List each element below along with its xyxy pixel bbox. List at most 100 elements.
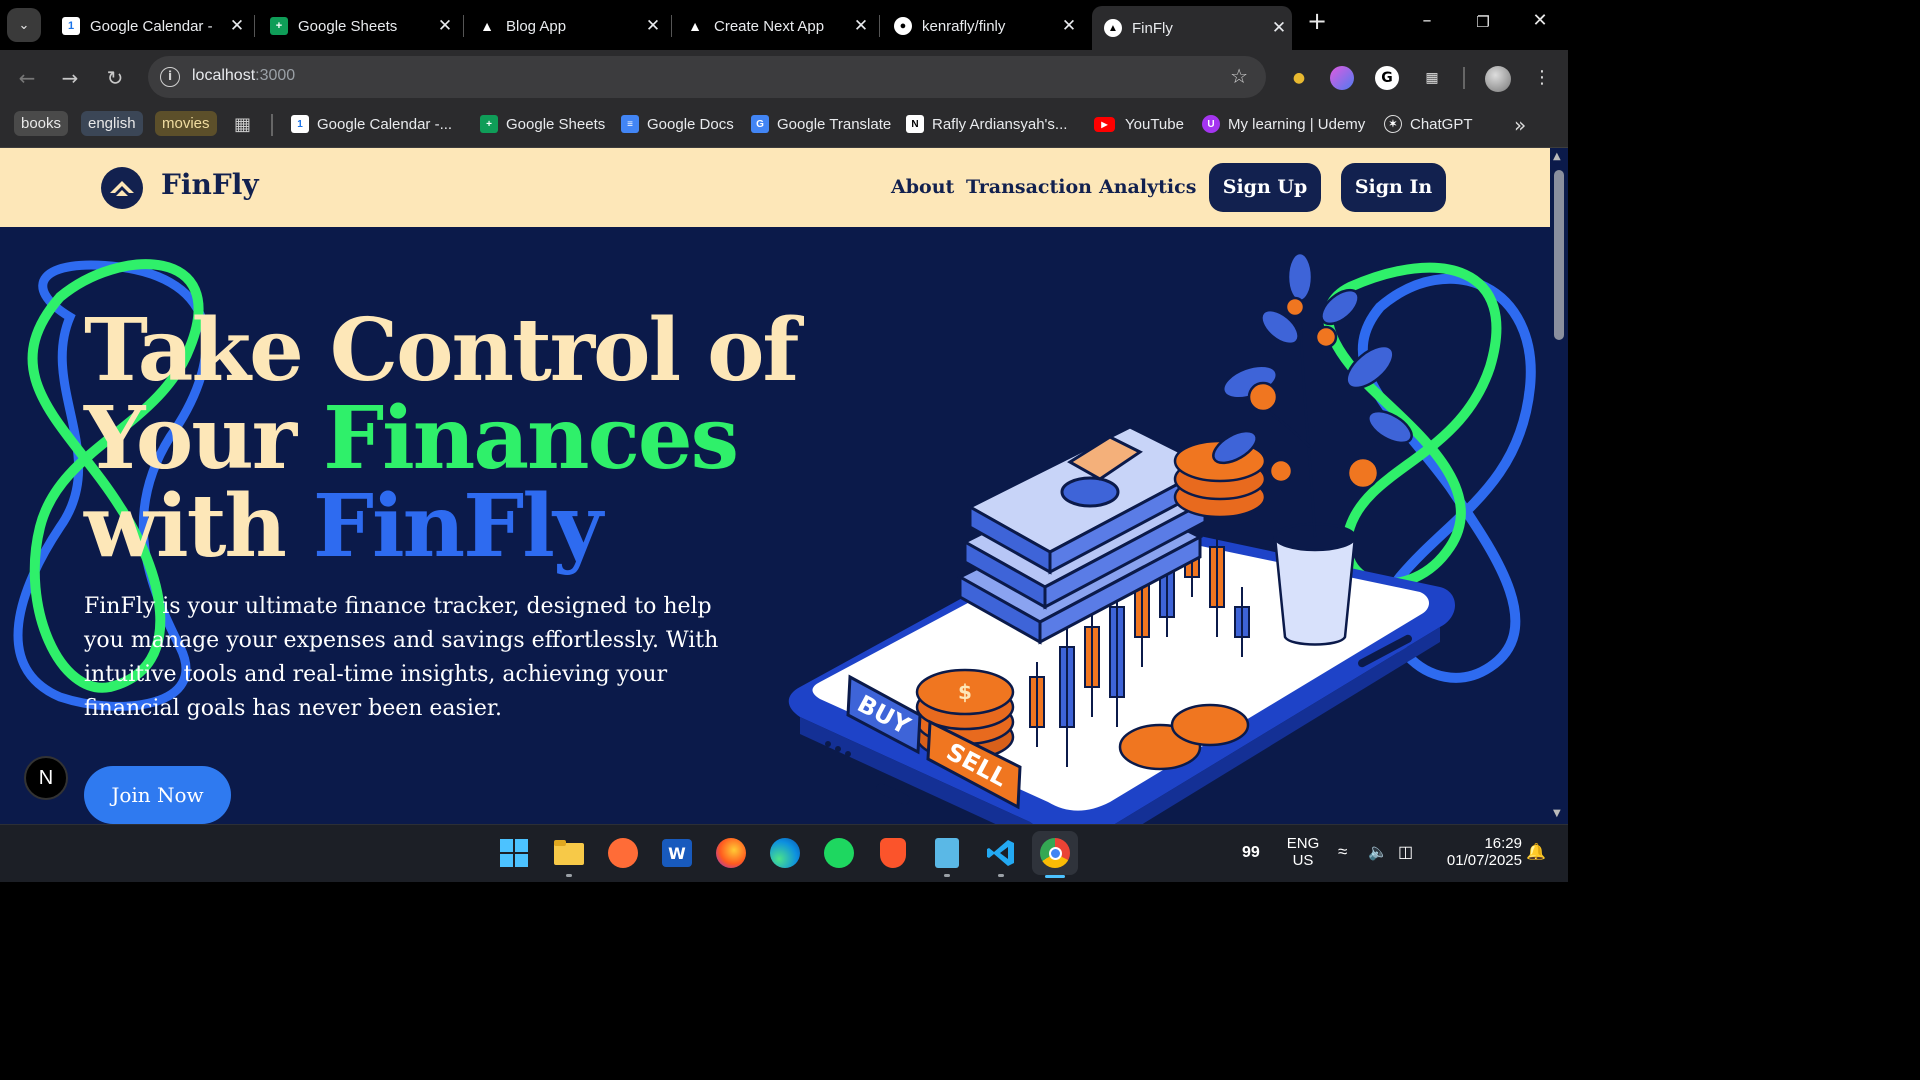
minimize-button[interactable]: – [1412, 10, 1442, 31]
notifications-bell-icon[interactable]: 🔔 [1526, 842, 1546, 862]
battery-icon[interactable]: ◫ [1398, 842, 1413, 862]
firefox-icon[interactable] [713, 835, 749, 871]
nextjs-dev-indicator[interactable]: N [24, 756, 68, 800]
close-icon[interactable]: ✕ [848, 16, 874, 36]
wifi-icon[interactable]: ≈ [1338, 842, 1347, 862]
close-window-button[interactable]: ✕ [1525, 10, 1555, 31]
tab-create-next-app[interactable]: ▲ Create Next App ✕ [674, 8, 874, 44]
volume-icon[interactable]: 🔈 [1368, 842, 1388, 862]
file-explorer-icon[interactable] [551, 835, 587, 871]
scroll-up-arrow-icon[interactable]: ▲ [1553, 151, 1561, 162]
site-info-icon[interactable]: i [160, 67, 180, 87]
bookmark-folder-english[interactable]: english [81, 111, 143, 136]
address-url[interactable]: localhost:3000 [192, 67, 295, 85]
finfly-logo-icon[interactable] [101, 167, 143, 209]
bookmark-google-translate[interactable]: G Google Translate [751, 112, 891, 136]
bookmark-label: Google Translate [777, 115, 892, 133]
extension-grammarly-icon[interactable]: G [1375, 66, 1399, 90]
hero-description: FinFly is your ultimate finance tracker,… [84, 594, 719, 721]
bookmark-label: Google Docs [647, 115, 734, 133]
nav-link-transaction[interactable]: Transaction [966, 176, 1092, 198]
brand-name[interactable]: FinFly [161, 168, 259, 201]
scroll-down-arrow-icon[interactable]: ▼ [1553, 808, 1561, 819]
bookmark-google-docs[interactable]: ≡ Google Docs [621, 112, 734, 136]
nav-link-about[interactable]: About [891, 176, 954, 198]
tab-google-sheets[interactable]: + Google Sheets ✕ [258, 8, 458, 44]
sign-up-button[interactable]: Sign Up [1209, 163, 1321, 212]
google-calendar-icon: 1 [291, 115, 309, 133]
bookmark-udemy[interactable]: U My learning | Udemy [1202, 112, 1365, 136]
brave-browser-icon[interactable] [875, 835, 911, 871]
tab-github-finly[interactable]: ● kenrafly/finly ✕ [882, 8, 1082, 44]
menu-kebab-icon[interactable]: ⋮ [1530, 66, 1554, 90]
restore-button[interactable]: ❐ [1468, 13, 1498, 31]
notification-count-badge[interactable]: 99 [1242, 844, 1260, 862]
notepad-icon[interactable] [929, 835, 965, 871]
apps-grid-icon[interactable]: ▦ [234, 114, 251, 135]
close-icon[interactable]: ✕ [640, 16, 666, 36]
windows-start-icon[interactable] [496, 835, 532, 871]
tab-finfly[interactable]: ▲ FinFly ✕ [1092, 6, 1292, 50]
bookmark-google-sheets[interactable]: + Google Sheets [480, 112, 605, 136]
vercel-triangle-icon: ▲ [688, 18, 702, 34]
address-bar[interactable]: i localhost:3000 ☆ [148, 56, 1266, 98]
join-now-button[interactable]: Join Now [84, 766, 231, 824]
tab-title: FinFly [1132, 19, 1173, 37]
bookmark-notion[interactable]: N Rafly Ardiansyah's... [906, 112, 1067, 136]
tab-separator [463, 15, 464, 37]
site-header: FinFly About Transaction Analytics Sign … [0, 148, 1550, 227]
vscode-icon[interactable] [983, 835, 1019, 871]
headline-line-3: with FinFly [84, 483, 804, 571]
bookmark-label: YouTube [1125, 115, 1184, 133]
sign-in-button[interactable]: Sign In [1341, 163, 1446, 212]
tab-separator [671, 15, 672, 37]
close-icon[interactable]: ✕ [432, 16, 458, 36]
nav-link-analytics[interactable]: Analytics [1099, 176, 1196, 198]
tab-blog-app[interactable]: ▲ Blog App ✕ [466, 8, 666, 44]
tab-google-calendar[interactable]: 1 Google Calendar - ✕ [50, 8, 250, 44]
microsoft-word-icon[interactable]: W [659, 835, 695, 871]
input-language[interactable]: ENG US [1283, 835, 1323, 869]
bookmark-chatgpt[interactable]: ✶ ChatGPT [1384, 112, 1473, 136]
close-icon[interactable]: ✕ [224, 16, 250, 36]
tab-title: kenrafly/finly [922, 17, 1006, 35]
lang-line-2: US [1292, 852, 1314, 869]
back-button[interactable]: ← [13, 64, 41, 92]
microsoft-edge-icon[interactable] [767, 835, 803, 871]
google-translate-icon: G [751, 115, 769, 133]
bookmark-youtube[interactable]: ▶ YouTube [1094, 112, 1184, 136]
profile-avatar[interactable] [1485, 66, 1511, 92]
tab-title: Blog App [506, 17, 567, 35]
hero-section: Take Control of Your Finances with FinFl… [0, 227, 1550, 824]
close-icon[interactable]: ✕ [1266, 18, 1292, 38]
postman-icon[interactable] [605, 835, 641, 871]
webpage-viewport: FinFly About Transaction Analytics Sign … [0, 148, 1550, 824]
bookmark-star-icon[interactable]: ☆ [1230, 64, 1248, 88]
google-chrome-icon[interactable] [1032, 831, 1078, 875]
more-bookmarks-chevron-icon[interactable]: » [1514, 113, 1526, 137]
vercel-triangle-icon: ▲ [480, 18, 494, 34]
extension-brain-icon[interactable] [1330, 66, 1354, 90]
bookmark-google-calendar[interactable]: 1 Google Calendar -... [291, 112, 452, 136]
reload-button[interactable]: ↻ [101, 64, 129, 92]
app-running-indicator [566, 874, 572, 877]
page-scrollbar[interactable]: ▲ ▼ [1550, 148, 1568, 824]
extension-coins-icon[interactable]: ● [1287, 66, 1311, 90]
bookmark-folder-movies[interactable]: movies [155, 111, 217, 136]
bookmark-label: Rafly Ardiansyah's... [932, 115, 1068, 133]
headline-highlight-finances: Finances [323, 388, 739, 489]
forward-button[interactable]: → [56, 64, 84, 92]
browser-tab-strip: ⌄ 1 Google Calendar - ✕ + Google Sheets … [0, 0, 1568, 50]
tab-search-button[interactable]: ⌄ [7, 8, 41, 42]
bookmark-label: My learning | Udemy [1228, 115, 1366, 133]
system-clock[interactable]: 16:29 01/07/2025 [1432, 835, 1522, 869]
new-tab-button[interactable]: + [1302, 7, 1332, 35]
close-icon[interactable]: ✕ [1056, 16, 1082, 36]
svg-text:$: $ [958, 680, 972, 704]
extensions-puzzle-icon[interactable]: ▦ [1420, 66, 1444, 90]
bookmark-folder-books[interactable]: books [14, 111, 69, 136]
scrollbar-thumb[interactable] [1554, 170, 1564, 340]
app-running-indicator [998, 874, 1004, 877]
spotify-icon[interactable] [821, 835, 857, 871]
google-sheets-icon: + [270, 17, 288, 35]
